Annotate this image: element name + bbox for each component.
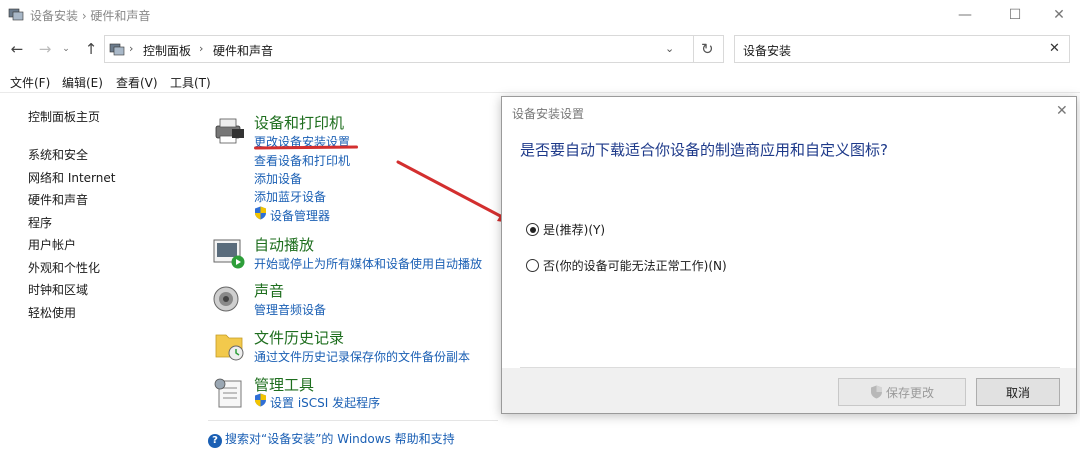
nav-clock-region[interactable]: 时钟和区域 bbox=[28, 281, 188, 304]
category-autoplay: 自动播放 开始或停止为所有媒体和设备使用自动播放 bbox=[212, 234, 492, 274]
menu-divider bbox=[0, 92, 1080, 93]
nav-appearance[interactable]: 外观和个性化 bbox=[28, 259, 188, 282]
radio-yes[interactable]: 是(推荐)(Y) bbox=[526, 221, 605, 238]
nav-hardware-sound[interactable]: 硬件和声音 bbox=[28, 191, 188, 214]
address-bar[interactable]: › 控制面板 › 硬件和声音 ⌄ ↻ bbox=[104, 35, 724, 63]
breadcrumb-control-panel[interactable]: 控制面板 bbox=[143, 42, 191, 59]
sound-heading[interactable]: 声音 bbox=[254, 280, 284, 301]
close-button[interactable]: ✕ bbox=[1036, 0, 1080, 30]
nav-programs[interactable]: 程序 bbox=[28, 214, 188, 237]
address-row: ← → ⌄ ↑ › 控制面板 › 硬件和声音 ⌄ ↻ 设备安装 ✕ bbox=[0, 32, 1080, 66]
menu-view[interactable]: 查看(V) bbox=[116, 74, 158, 91]
control-panel-icon bbox=[109, 43, 125, 56]
address-divider bbox=[693, 36, 694, 62]
radio-no-circle[interactable] bbox=[526, 259, 539, 272]
speaker-icon bbox=[213, 286, 239, 312]
file-history-heading[interactable]: 文件历史记录 bbox=[254, 327, 344, 348]
recent-locations-button[interactable]: ⌄ bbox=[58, 38, 74, 60]
help-icon: ? bbox=[208, 434, 222, 448]
shield-icon bbox=[255, 393, 266, 407]
clear-search-icon[interactable]: ✕ bbox=[1049, 41, 1060, 56]
cancel-button[interactable]: 取消 bbox=[976, 378, 1060, 406]
search-value: 设备安装 bbox=[743, 44, 792, 58]
nav-system-security[interactable]: 系统和安全 bbox=[28, 146, 188, 169]
iscsi-initiator-link[interactable]: 设置 iSCSI 发起程序 bbox=[270, 394, 380, 411]
autoplay-icon bbox=[213, 239, 245, 269]
breadcrumb-separator: › bbox=[129, 42, 134, 55]
breadcrumb-hardware-sound[interactable]: 硬件和声音 bbox=[213, 42, 273, 59]
maximize-button[interactable]: ☐ bbox=[992, 0, 1038, 30]
category-file-history: 文件历史记录 通过文件历史记录保存你的文件备份副本 bbox=[212, 327, 502, 367]
autoplay-heading[interactable]: 自动播放 bbox=[254, 234, 314, 255]
menu-tools[interactable]: 工具(T) bbox=[170, 74, 211, 91]
minimize-button[interactable]: — bbox=[942, 0, 988, 30]
shield-icon bbox=[870, 385, 882, 399]
manage-audio-devices-link[interactable]: 管理音频设备 bbox=[254, 301, 326, 318]
category-devices-printers: 设备和打印机 更改设备安装设置 查看设备和打印机 添加设备 添加蓝牙设备 设备管… bbox=[212, 112, 492, 224]
dialog-close-button[interactable]: ✕ bbox=[1056, 103, 1068, 119]
nav-ease-of-access[interactable]: 轻松使用 bbox=[28, 304, 188, 327]
view-devices-printers-link[interactable]: 查看设备和打印机 bbox=[254, 152, 350, 169]
device-manager-link[interactable]: 设备管理器 bbox=[270, 207, 330, 224]
shield-icon bbox=[255, 206, 266, 220]
nav-user-accounts[interactable]: 用户帐户 bbox=[28, 236, 188, 259]
file-history-backup-link[interactable]: 通过文件历史记录保存你的文件备份副本 bbox=[254, 348, 470, 365]
radio-no-label[interactable]: 否(你的设备可能无法正常工作)(N) bbox=[543, 257, 727, 274]
back-button[interactable]: ← bbox=[6, 38, 28, 60]
save-changes-button[interactable]: 保存更改 bbox=[838, 378, 966, 406]
refresh-icon[interactable]: ↻ bbox=[701, 40, 714, 58]
search-input[interactable]: 设备安装 ✕ bbox=[734, 35, 1070, 63]
control-panel-home-link[interactable]: 控制面板主页 bbox=[28, 108, 188, 130]
radio-yes-circle[interactable] bbox=[526, 223, 539, 236]
radio-yes-label[interactable]: 是(推荐)(Y) bbox=[543, 221, 605, 238]
file-history-icon bbox=[215, 334, 244, 361]
dialog-question: 是否要自动下载适合你设备的制造商应用和自定义图标? bbox=[520, 141, 888, 159]
up-button[interactable]: ↑ bbox=[80, 38, 102, 60]
forward-button[interactable]: → bbox=[34, 38, 56, 60]
category-sound: 声音 管理音频设备 bbox=[212, 280, 492, 320]
menu-bar: 文件(F) 编辑(E) 查看(V) 工具(T) bbox=[0, 70, 1080, 92]
control-panel-icon bbox=[8, 8, 24, 21]
help-link-text: 搜索对“设备安装”的 Windows 帮助和支持 bbox=[225, 432, 455, 446]
add-device-link[interactable]: 添加设备 bbox=[254, 170, 302, 187]
autoplay-settings-link[interactable]: 开始或停止为所有媒体和设备使用自动播放 bbox=[254, 255, 482, 272]
nav-network-internet[interactable]: 网络和 Internet bbox=[28, 169, 188, 192]
window-title: 设备安装 › 硬件和声音 bbox=[30, 9, 151, 23]
breadcrumb-separator[interactable]: › bbox=[199, 42, 203, 55]
dialog-title: 设备安装设置 bbox=[512, 107, 585, 121]
left-navigation: 控制面板主页 系统和安全 网络和 Internet 硬件和声音 程序 用户帐户 … bbox=[28, 108, 188, 326]
device-installation-settings-dialog: 设备安装设置 ✕ 是否要自动下载适合你设备的制造商应用和自定义图标? 是(推荐)… bbox=[501, 96, 1077, 414]
menu-edit[interactable]: 编辑(E) bbox=[62, 74, 103, 91]
bottom-divider bbox=[208, 420, 498, 421]
save-changes-label: 保存更改 bbox=[885, 385, 934, 400]
category-admin-tools: 管理工具 设置 iSCSI 发起程序 bbox=[212, 374, 492, 414]
title-bar: 设备安装 › 硬件和声音 — ☐ ✕ bbox=[0, 0, 1080, 30]
address-dropdown-icon[interactable]: ⌄ bbox=[665, 42, 674, 55]
menu-file[interactable]: 文件(F) bbox=[10, 74, 50, 91]
windows-help-link[interactable]: ? 搜索对“设备安装”的 Windows 帮助和支持 bbox=[208, 430, 455, 448]
admin-tools-heading[interactable]: 管理工具 bbox=[254, 374, 314, 395]
admin-tools-icon bbox=[214, 378, 242, 408]
radio-no[interactable]: 否(你的设备可能无法正常工作)(N) bbox=[526, 257, 727, 274]
add-bluetooth-device-link[interactable]: 添加蓝牙设备 bbox=[254, 188, 326, 205]
devices-printers-heading[interactable]: 设备和打印机 bbox=[254, 112, 344, 133]
printer-icon bbox=[215, 118, 244, 144]
